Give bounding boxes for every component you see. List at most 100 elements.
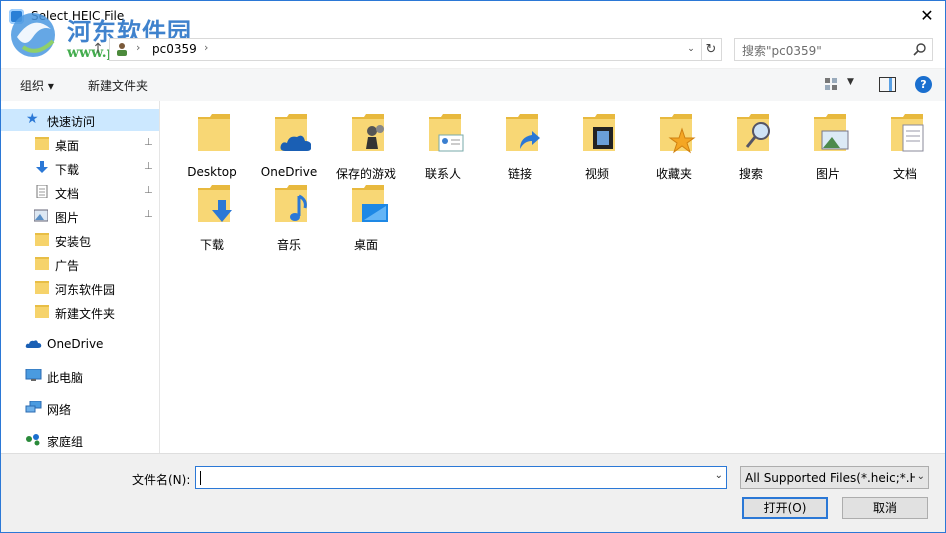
sidebar-item-label: 下载 [55,163,80,177]
search-input[interactable]: 搜索"pc0359" [734,38,933,61]
search-placeholder: 搜索"pc0359" [742,44,822,58]
sidebar-item-ads[interactable]: 广告 [1,253,159,275]
sidebar-item-this-pc[interactable]: 此电脑 [1,365,159,387]
folder-onedrive[interactable]: OneDrive [251,109,327,179]
folder-label: 桌面 [353,238,378,252]
folder-contacts[interactable]: 联系人 [405,109,481,181]
videos-folder-icon [583,114,615,151]
onedrive-folder-icon [275,114,311,151]
user-folder-icon [117,43,127,56]
chevron-down-icon: ⌄ [914,471,925,482]
sidebar-item-hedong[interactable]: 河东软件园 [1,277,159,299]
folder-icon [35,233,49,246]
help-button[interactable]: ? [915,76,932,93]
desktop-folder-icon [198,114,230,151]
folder-icon [35,305,49,318]
up-button[interactable]: ↑ [89,39,107,59]
sidebar-item-homegroup[interactable]: 家庭组 [1,429,159,451]
document-icon [36,185,48,198]
preview-pane-icon[interactable] [879,77,896,92]
refresh-button[interactable]: ↻ [701,38,722,61]
sidebar-item-label: 桌面 [55,139,80,153]
sidebar-item-label: 文档 [55,187,80,201]
picture-icon [34,209,48,222]
filename-label: 文件名(N): [132,473,191,487]
sidebar-item-onedrive[interactable]: OneDrive [1,333,159,355]
sidebar-item-network[interactable]: 网络 [1,397,159,419]
sidebar-item-pictures[interactable]: 图片 ⊥ [1,205,159,227]
chevron-down-icon[interactable]: ⌄ [715,470,723,481]
view-dropdown-icon[interactable]: ▼ [847,77,854,87]
documents-folder-icon [891,114,924,152]
folder-videos[interactable]: 视频 [559,109,635,181]
contacts-folder-icon [429,114,464,152]
folder-label: 视频 [584,167,609,181]
command-bar: 组织 ▾ 新建文件夹 ▼ ? [1,68,945,102]
sidebar-item-label: 快速访问 [47,115,96,129]
sidebar-item-desktop[interactable]: 桌面 ⊥ [1,133,159,155]
close-button[interactable]: ✕ [913,3,941,29]
sidebar-item-label: 图片 [55,211,80,225]
sidebar-item-quick-access[interactable]: ★ 快速访问 [1,109,159,131]
folder-label: 图片 [815,167,840,181]
folder-downloads[interactable]: 下载 [174,180,250,252]
organize-button[interactable]: 组织 ▾ [20,77,54,94]
folder-saved-games[interactable]: 保存的游戏 [328,109,404,181]
view-options-icon[interactable] [824,77,838,91]
desktop2-folder-icon [352,185,388,222]
pin-icon: ⊥ [144,185,153,196]
open-button[interactable]: 打开(O) [742,497,828,519]
folder-icon [35,257,49,270]
folder-label: 文档 [892,167,917,181]
homegroup-icon [26,434,40,446]
folder-label: 音乐 [276,238,301,252]
folder-icon [35,281,49,294]
address-dropdown-icon[interactable]: ⌄ [683,41,699,57]
navigation-pane: ★ 快速访问 桌面 ⊥ 下载 ⊥ 文档 ⊥ 图片 ⊥ 安装包 广告 河东软件园 … [1,101,160,453]
folder-pictures[interactable]: 图片 [790,109,866,181]
sidebar-item-label: 河东软件园 [55,283,116,297]
folder-desktop-cn[interactable]: 桌面 [328,180,404,252]
searches-folder-icon [737,114,770,151]
downloads-folder-icon [198,185,232,222]
breadcrumb-chevron[interactable]: › [204,41,208,54]
sidebar-item-downloads[interactable]: 下载 ⊥ [1,157,159,179]
folder-music[interactable]: 音乐 [251,180,327,252]
computer-icon [25,369,42,381]
sidebar-item-new-folder[interactable]: 新建文件夹 [1,301,159,323]
folder-documents[interactable]: 文档 [867,109,943,181]
folder-label: OneDrive [260,165,318,179]
download-icon [36,161,48,173]
folder-label: 下载 [199,238,224,252]
sidebar-item-label: 新建文件夹 [55,307,116,321]
sidebar-item-label: 此电脑 [47,371,84,385]
watermark-logo-icon [11,13,55,57]
folder-searches[interactable]: 搜索 [713,109,789,181]
favorites-folder-icon [660,114,696,154]
folder-view: Desktop OneDrive 保存的游戏 联系人 链接 视频 收藏夹 搜索 … [160,101,945,453]
dialog-footer: 文件名(N): ⌄ All Supported Files(*.heic;*.H… [1,453,945,532]
folder-links[interactable]: 链接 [482,109,558,181]
pin-icon: ⊥ [144,161,153,172]
saved-games-folder-icon [352,114,384,151]
pin-icon: ⊥ [144,209,153,220]
folder-label: 联系人 [424,167,461,181]
cancel-button[interactable]: 取消 [842,497,928,519]
sidebar-item-label: 广告 [55,259,80,273]
file-type-value: All Supported Files(*.heic;*.H [745,471,919,485]
address-bar[interactable]: › pc0359 › ⌄ [109,38,702,61]
new-folder-button[interactable]: 新建文件夹 [88,77,148,94]
folder-label: 链接 [507,167,532,181]
filename-input[interactable]: ⌄ [195,466,727,489]
folder-desktop[interactable]: Desktop [174,109,250,179]
star-icon: ★ [26,111,39,127]
folder-favorites[interactable]: 收藏夹 [636,109,712,181]
sidebar-item-documents[interactable]: 文档 ⊥ [1,181,159,203]
music-folder-icon [275,185,307,222]
sidebar-item-label: 家庭组 [47,435,84,449]
pictures-folder-icon [814,114,849,151]
sidebar-item-installers[interactable]: 安装包 [1,229,159,251]
file-type-select[interactable]: All Supported Files(*.heic;*.H ⌄ [740,466,929,489]
sidebar-item-label: OneDrive [47,337,104,351]
breadcrumb-pc0359[interactable]: pc0359 [152,42,197,56]
